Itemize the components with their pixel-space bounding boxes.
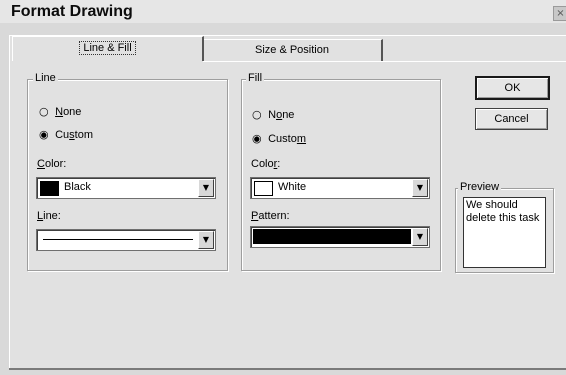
tab-line-fill-label: Line & Fill — [79, 41, 136, 55]
chevron-down-icon[interactable]: ▼ — [412, 179, 428, 197]
preview-box: We should delete this task — [463, 197, 546, 268]
black-swatch-icon — [40, 181, 59, 196]
line-color-label: Color: — [37, 158, 67, 170]
chevron-down-icon[interactable]: ▼ — [198, 231, 214, 249]
tab-size-position-label: Size & Position — [255, 44, 329, 56]
tab-line-fill[interactable]: Line & Fill — [12, 36, 204, 61]
fill-custom-label: Custom — [268, 133, 307, 145]
tab-divider — [203, 61, 566, 62]
chevron-down-icon[interactable]: ▼ — [412, 228, 428, 246]
line-none-option[interactable]: ○ None — [39, 105, 81, 118]
preview-legend: Preview — [458, 181, 502, 193]
fill-none-label: None — [268, 109, 295, 121]
line-color-dropdown[interactable]: Black ▼ — [36, 177, 216, 199]
dialog-bottom-edge — [9, 368, 566, 370]
fill-color-dropdown[interactable]: White ▼ — [250, 177, 430, 199]
fill-pattern-dropdown[interactable]: ▼ — [250, 226, 430, 248]
dialog-title: Format Drawing — [11, 3, 133, 20]
cancel-button[interactable]: Cancel — [475, 108, 548, 130]
line-style-sample — [43, 239, 193, 240]
fill-group-legend: Fill — [246, 72, 265, 84]
line-color-value: Black — [64, 181, 91, 193]
line-style-label: Line: — [37, 210, 61, 222]
line-group-legend: Line — [33, 72, 58, 84]
ok-button[interactable]: OK — [475, 76, 550, 100]
white-swatch-icon — [254, 181, 273, 196]
radio-selected-icon[interactable]: ◉ — [252, 132, 262, 145]
line-custom-option[interactable]: ◉ Custom — [39, 128, 93, 141]
fill-color-label: Color: — [251, 158, 281, 170]
tab-size-position[interactable]: Size & Position — [203, 39, 383, 61]
line-style-dropdown[interactable]: ▼ — [36, 229, 216, 251]
radio-empty-icon[interactable]: ○ — [39, 105, 49, 118]
pattern-swatch — [253, 229, 411, 244]
close-icon[interactable]: × — [553, 6, 566, 21]
fill-custom-option[interactable]: ◉ Custom — [252, 132, 306, 145]
fill-none-option[interactable]: ○ None — [252, 108, 294, 121]
fill-color-value: White — [278, 181, 307, 193]
line-none-label: None — [55, 106, 82, 118]
line-custom-label: Custom — [55, 129, 94, 141]
chevron-down-icon[interactable]: ▼ — [198, 179, 214, 197]
radio-empty-icon[interactable]: ○ — [252, 108, 262, 121]
fill-pattern-label: Pattern: — [251, 210, 290, 222]
radio-selected-icon[interactable]: ◉ — [39, 128, 49, 141]
